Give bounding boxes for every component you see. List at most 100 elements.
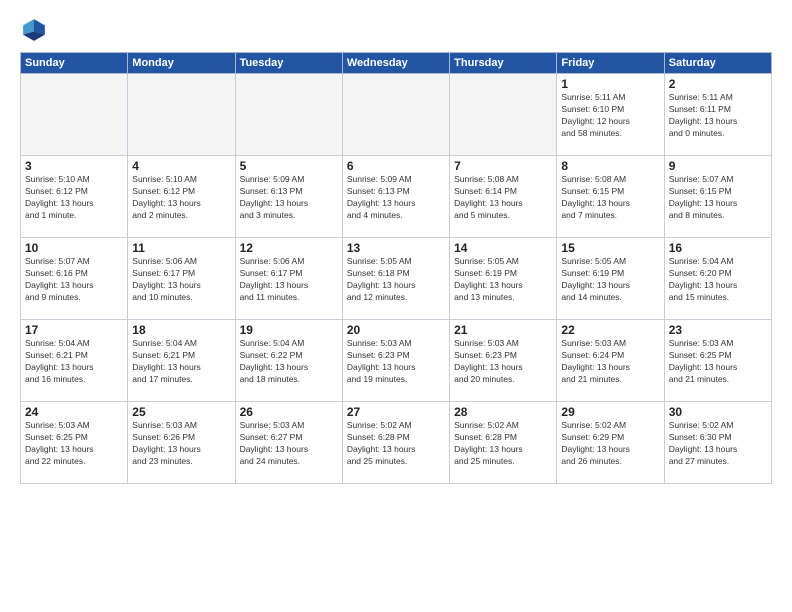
calendar-cell: 5Sunrise: 5:09 AM Sunset: 6:13 PM Daylig…	[235, 156, 342, 238]
day-info: Sunrise: 5:02 AM Sunset: 6:30 PM Dayligh…	[669, 420, 767, 468]
day-info: Sunrise: 5:04 AM Sunset: 6:21 PM Dayligh…	[132, 338, 230, 386]
calendar-cell: 8Sunrise: 5:08 AM Sunset: 6:15 PM Daylig…	[557, 156, 664, 238]
weekday-header-monday: Monday	[128, 53, 235, 74]
day-number: 25	[132, 405, 230, 419]
day-info: Sunrise: 5:03 AM Sunset: 6:23 PM Dayligh…	[347, 338, 445, 386]
day-number: 22	[561, 323, 659, 337]
week-row-3: 17Sunrise: 5:04 AM Sunset: 6:21 PM Dayli…	[21, 320, 772, 402]
day-info: Sunrise: 5:10 AM Sunset: 6:12 PM Dayligh…	[25, 174, 123, 222]
day-info: Sunrise: 5:09 AM Sunset: 6:13 PM Dayligh…	[240, 174, 338, 222]
calendar-cell: 12Sunrise: 5:06 AM Sunset: 6:17 PM Dayli…	[235, 238, 342, 320]
calendar-cell: 14Sunrise: 5:05 AM Sunset: 6:19 PM Dayli…	[450, 238, 557, 320]
logo-icon	[20, 16, 48, 44]
day-info: Sunrise: 5:05 AM Sunset: 6:18 PM Dayligh…	[347, 256, 445, 304]
day-number: 11	[132, 241, 230, 255]
day-number: 9	[669, 159, 767, 173]
day-info: Sunrise: 5:08 AM Sunset: 6:14 PM Dayligh…	[454, 174, 552, 222]
day-number: 18	[132, 323, 230, 337]
calendar-cell	[450, 74, 557, 156]
day-info: Sunrise: 5:04 AM Sunset: 6:22 PM Dayligh…	[240, 338, 338, 386]
calendar-cell: 1Sunrise: 5:11 AM Sunset: 6:10 PM Daylig…	[557, 74, 664, 156]
weekday-header-tuesday: Tuesday	[235, 53, 342, 74]
weekday-header-thursday: Thursday	[450, 53, 557, 74]
weekday-header-saturday: Saturday	[664, 53, 771, 74]
day-info: Sunrise: 5:05 AM Sunset: 6:19 PM Dayligh…	[454, 256, 552, 304]
calendar-cell: 10Sunrise: 5:07 AM Sunset: 6:16 PM Dayli…	[21, 238, 128, 320]
calendar-cell: 29Sunrise: 5:02 AM Sunset: 6:29 PM Dayli…	[557, 402, 664, 484]
calendar-cell: 3Sunrise: 5:10 AM Sunset: 6:12 PM Daylig…	[21, 156, 128, 238]
day-number: 24	[25, 405, 123, 419]
day-number: 21	[454, 323, 552, 337]
day-number: 15	[561, 241, 659, 255]
day-number: 16	[669, 241, 767, 255]
header	[20, 16, 772, 44]
calendar-cell: 19Sunrise: 5:04 AM Sunset: 6:22 PM Dayli…	[235, 320, 342, 402]
calendar-cell: 6Sunrise: 5:09 AM Sunset: 6:13 PM Daylig…	[342, 156, 449, 238]
calendar-cell: 20Sunrise: 5:03 AM Sunset: 6:23 PM Dayli…	[342, 320, 449, 402]
day-info: Sunrise: 5:10 AM Sunset: 6:12 PM Dayligh…	[132, 174, 230, 222]
day-info: Sunrise: 5:02 AM Sunset: 6:28 PM Dayligh…	[347, 420, 445, 468]
calendar-cell: 4Sunrise: 5:10 AM Sunset: 6:12 PM Daylig…	[128, 156, 235, 238]
day-number: 29	[561, 405, 659, 419]
calendar-cell: 2Sunrise: 5:11 AM Sunset: 6:11 PM Daylig…	[664, 74, 771, 156]
calendar-cell	[21, 74, 128, 156]
day-number: 27	[347, 405, 445, 419]
calendar-cell: 11Sunrise: 5:06 AM Sunset: 6:17 PM Dayli…	[128, 238, 235, 320]
calendar-cell: 15Sunrise: 5:05 AM Sunset: 6:19 PM Dayli…	[557, 238, 664, 320]
calendar-cell: 18Sunrise: 5:04 AM Sunset: 6:21 PM Dayli…	[128, 320, 235, 402]
day-info: Sunrise: 5:02 AM Sunset: 6:28 PM Dayligh…	[454, 420, 552, 468]
calendar-cell: 16Sunrise: 5:04 AM Sunset: 6:20 PM Dayli…	[664, 238, 771, 320]
day-info: Sunrise: 5:07 AM Sunset: 6:15 PM Dayligh…	[669, 174, 767, 222]
day-info: Sunrise: 5:03 AM Sunset: 6:27 PM Dayligh…	[240, 420, 338, 468]
calendar-cell: 7Sunrise: 5:08 AM Sunset: 6:14 PM Daylig…	[450, 156, 557, 238]
calendar-cell: 13Sunrise: 5:05 AM Sunset: 6:18 PM Dayli…	[342, 238, 449, 320]
calendar-cell	[342, 74, 449, 156]
day-number: 17	[25, 323, 123, 337]
calendar-cell: 21Sunrise: 5:03 AM Sunset: 6:23 PM Dayli…	[450, 320, 557, 402]
week-row-1: 3Sunrise: 5:10 AM Sunset: 6:12 PM Daylig…	[21, 156, 772, 238]
day-info: Sunrise: 5:09 AM Sunset: 6:13 PM Dayligh…	[347, 174, 445, 222]
day-info: Sunrise: 5:03 AM Sunset: 6:23 PM Dayligh…	[454, 338, 552, 386]
day-info: Sunrise: 5:03 AM Sunset: 6:24 PM Dayligh…	[561, 338, 659, 386]
day-number: 1	[561, 77, 659, 91]
day-info: Sunrise: 5:03 AM Sunset: 6:25 PM Dayligh…	[669, 338, 767, 386]
day-number: 26	[240, 405, 338, 419]
calendar-cell	[235, 74, 342, 156]
page: SundayMondayTuesdayWednesdayThursdayFrid…	[0, 0, 792, 612]
day-info: Sunrise: 5:04 AM Sunset: 6:21 PM Dayligh…	[25, 338, 123, 386]
day-number: 28	[454, 405, 552, 419]
calendar-cell: 22Sunrise: 5:03 AM Sunset: 6:24 PM Dayli…	[557, 320, 664, 402]
day-number: 19	[240, 323, 338, 337]
day-info: Sunrise: 5:07 AM Sunset: 6:16 PM Dayligh…	[25, 256, 123, 304]
day-number: 10	[25, 241, 123, 255]
weekday-header-sunday: Sunday	[21, 53, 128, 74]
day-number: 2	[669, 77, 767, 91]
day-number: 8	[561, 159, 659, 173]
calendar-cell: 26Sunrise: 5:03 AM Sunset: 6:27 PM Dayli…	[235, 402, 342, 484]
calendar-cell: 25Sunrise: 5:03 AM Sunset: 6:26 PM Dayli…	[128, 402, 235, 484]
calendar-table: SundayMondayTuesdayWednesdayThursdayFrid…	[20, 52, 772, 484]
day-number: 7	[454, 159, 552, 173]
calendar-cell: 24Sunrise: 5:03 AM Sunset: 6:25 PM Dayli…	[21, 402, 128, 484]
day-info: Sunrise: 5:02 AM Sunset: 6:29 PM Dayligh…	[561, 420, 659, 468]
day-number: 4	[132, 159, 230, 173]
day-info: Sunrise: 5:06 AM Sunset: 6:17 PM Dayligh…	[240, 256, 338, 304]
logo	[20, 16, 52, 44]
week-row-2: 10Sunrise: 5:07 AM Sunset: 6:16 PM Dayli…	[21, 238, 772, 320]
day-number: 5	[240, 159, 338, 173]
calendar-cell: 9Sunrise: 5:07 AM Sunset: 6:15 PM Daylig…	[664, 156, 771, 238]
calendar-cell: 30Sunrise: 5:02 AM Sunset: 6:30 PM Dayli…	[664, 402, 771, 484]
week-row-4: 24Sunrise: 5:03 AM Sunset: 6:25 PM Dayli…	[21, 402, 772, 484]
day-number: 6	[347, 159, 445, 173]
day-info: Sunrise: 5:11 AM Sunset: 6:11 PM Dayligh…	[669, 92, 767, 140]
day-number: 13	[347, 241, 445, 255]
calendar-cell: 27Sunrise: 5:02 AM Sunset: 6:28 PM Dayli…	[342, 402, 449, 484]
day-info: Sunrise: 5:03 AM Sunset: 6:26 PM Dayligh…	[132, 420, 230, 468]
day-info: Sunrise: 5:05 AM Sunset: 6:19 PM Dayligh…	[561, 256, 659, 304]
calendar-cell: 28Sunrise: 5:02 AM Sunset: 6:28 PM Dayli…	[450, 402, 557, 484]
day-number: 14	[454, 241, 552, 255]
weekday-header-friday: Friday	[557, 53, 664, 74]
day-info: Sunrise: 5:08 AM Sunset: 6:15 PM Dayligh…	[561, 174, 659, 222]
day-number: 3	[25, 159, 123, 173]
calendar-cell: 17Sunrise: 5:04 AM Sunset: 6:21 PM Dayli…	[21, 320, 128, 402]
